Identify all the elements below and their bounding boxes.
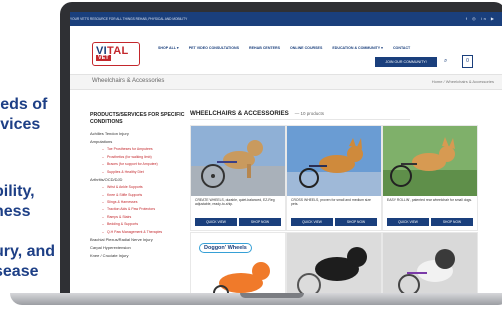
sidebar-item[interactable]: Carpal Hyperextension (90, 244, 186, 252)
product-card[interactable]: EASY ROLLIN', patented rear wheelchair f… (382, 125, 478, 231)
sidebar-item[interactable]: Supplies & Healthy Diet (90, 169, 186, 176)
product-description: CROSS WHEELS, proven for small and mediu… (291, 198, 371, 207)
search-icon[interactable]: ⌕ (444, 58, 447, 65)
quick-view-button[interactable]: QUICK VIEW (195, 218, 237, 226)
sidebar-item[interactable]: Amputations (90, 138, 186, 146)
sidebar-item[interactable]: Toe Prostheses for Amputees (90, 146, 186, 153)
product-image-golden-dog-wheelchair[interactable] (191, 126, 285, 196)
join-community-button[interactable]: JOIN OUR COMMUNITY! (375, 57, 437, 67)
sidebar-item[interactable]: Arthritis/OCD/DJD (90, 176, 186, 184)
nav-contact[interactable]: CONTACT (393, 46, 410, 50)
breadcrumb[interactable]: Home / Wheelchairs & Accessories (432, 79, 494, 84)
promo-line-1: reds of (0, 96, 48, 113)
nav-shop-all[interactable]: SHOP ALL ▾ (158, 46, 179, 50)
vitalvet-logo[interactable]: VITAL VET (92, 42, 140, 66)
sidebar-item[interactable]: Brachial Plexus/Radial Nerve Injury (90, 236, 186, 244)
category-sidebar: PRODUCTS/SERVICES FOR SPECIFIC CONDITION… (90, 112, 186, 261)
promo-line-6: sease (0, 263, 39, 280)
sidebar-title: PRODUCTS/SERVICES FOR SPECIFIC CONDITION… (90, 112, 185, 125)
main-nav: SHOP ALL ▾ PET VIDEO CONSULTATIONS REHAB… (158, 46, 419, 50)
product-card[interactable]: CROSS WHEELS, proven for small and mediu… (286, 125, 382, 231)
sidebar-item[interactable]: Braces (for support for Amputee) (90, 161, 186, 168)
quick-view-button[interactable]: QUICK VIEW (291, 218, 333, 226)
sidebar-item[interactable]: Wrist & Ankle Supports (90, 184, 186, 191)
sidebar-item[interactable]: Prosthetics (for walking limb) (90, 154, 186, 161)
nav-video-consultations[interactable]: PET VIDEO CONSULTATIONS (189, 46, 239, 50)
product-image-corgi-rear-wheelchair[interactable] (383, 126, 477, 196)
nav-rehab-centers[interactable]: REHAB CENTERS (249, 46, 280, 50)
product-card[interactable]: CREATE WHEELS, durable, quiet-balanced, … (190, 125, 286, 231)
logo-vet-badge: VET (96, 55, 111, 61)
sidebar-item[interactable]: Traction Aids & Paw Protectors (90, 206, 186, 213)
laptop-notch (240, 293, 304, 298)
product-image-doggon-wheels[interactable]: Doggon' Wheels (190, 232, 286, 298)
shop-now-button[interactable]: SHOP NOW (335, 218, 377, 226)
page-title-bar: Wheelchairs & Accessories Home / Wheelch… (70, 74, 502, 90)
social-icons[interactable]: f ◎ in ▶ (466, 16, 496, 21)
product-image-bulldog-wheelchair[interactable] (382, 232, 478, 298)
promo-line-4: ness (0, 203, 31, 220)
product-description: CREATE WHEELS, durable, quiet-balanced, … (195, 198, 275, 207)
promo-line-3: bility, (0, 183, 35, 200)
shop-now-button[interactable]: SHOP NOW (431, 218, 473, 226)
sidebar-item[interactable]: Knee / Cruciate Injury (90, 252, 186, 260)
product-description: EASY ROLLIN', patented rear wheelchair f… (387, 198, 473, 202)
nav-education-community[interactable]: EDUCATION & COMMUNITY ▾ (332, 46, 383, 50)
shop-now-button[interactable]: SHOP NOW (239, 218, 281, 226)
promo-line-2: rvices (0, 116, 41, 133)
sidebar-list: Achilles Tendon InjuryAmputationsToe Pro… (90, 130, 186, 261)
top-announcement-bar: YOUR VET'S RESOURCE FOR ALL THINGS REHAB… (70, 12, 502, 26)
sidebar-item[interactable]: Bedding & Supports (90, 221, 186, 228)
product-count: — 10 products (294, 111, 325, 116)
sidebar-item[interactable]: Achilles Tendon Injury (90, 130, 186, 138)
section-heading: WHEELCHAIRS & ACCESSORIES — 10 products (190, 110, 325, 117)
sidebar-item[interactable]: Q.H Paw Management & Therapies (90, 229, 186, 236)
cart-icon[interactable]: 0 (462, 55, 473, 68)
heading-divider (190, 119, 410, 120)
sidebar-item[interactable]: Slings & Harnesses (90, 199, 186, 206)
product-image-black-lab-wheelchair[interactable] (286, 232, 382, 298)
sidebar-item[interactable]: Knee & Stifle Supports (90, 192, 186, 199)
promo-line-5: ury, and (0, 243, 56, 260)
nav-online-courses[interactable]: ONLINE COURSES (290, 46, 322, 50)
page-title: Wheelchairs & Accessories (92, 78, 165, 84)
topbar-tagline: YOUR VET'S RESOURCE FOR ALL THINGS REHAB… (70, 17, 188, 21)
quick-view-button[interactable]: QUICK VIEW (387, 218, 429, 226)
doggon-wheels-brand: Doggon' Wheels (199, 243, 252, 253)
laptop-screen: YOUR VET'S RESOURCE FOR ALL THINGS REHAB… (70, 12, 502, 298)
sidebar-item[interactable]: Ramps & Stairs (90, 214, 186, 221)
product-image-corgi-wheelchair[interactable] (287, 126, 381, 196)
